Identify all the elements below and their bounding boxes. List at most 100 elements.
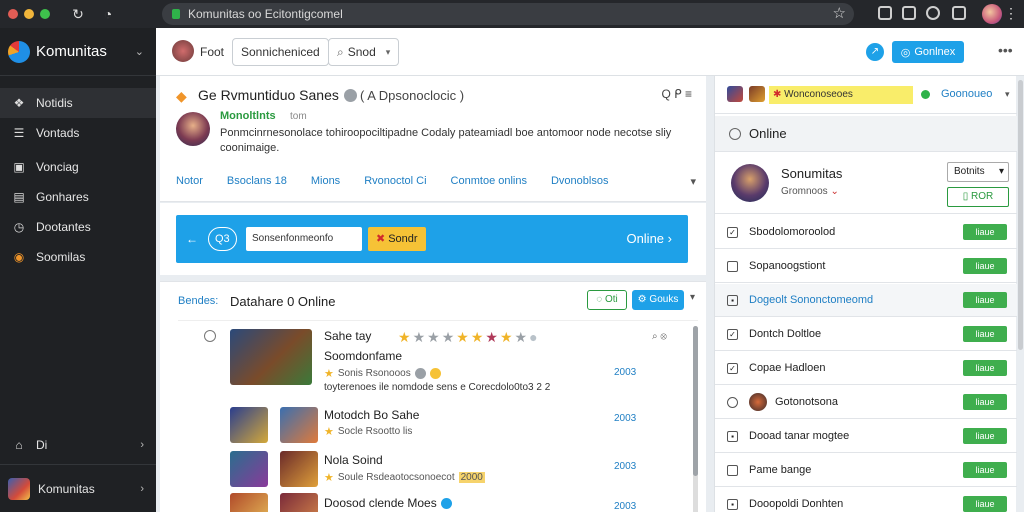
sidebar-item-vontads[interactable]: ☰ Vontads bbox=[0, 118, 156, 148]
grid-icon: ▤ bbox=[13, 190, 25, 204]
status-selector[interactable]: Goonoueo bbox=[941, 88, 992, 100]
member-action-button[interactable]: liaue bbox=[963, 462, 1007, 478]
tab-mions[interactable]: Mions bbox=[311, 175, 340, 188]
list-scrollbar[interactable] bbox=[693, 326, 698, 512]
shield-icon[interactable]: ◔ bbox=[100, 6, 116, 22]
row-checkbox[interactable]: ▪ bbox=[727, 431, 738, 442]
extension-grid-icon[interactable] bbox=[902, 6, 916, 20]
sidebar-footer[interactable]: Komunitas › bbox=[0, 464, 156, 512]
member-row[interactable]: Pame bange liaue bbox=[715, 454, 1017, 487]
row-checkbox[interactable]: ✓ bbox=[727, 227, 738, 238]
extension-icon[interactable] bbox=[878, 6, 892, 20]
list-item-count: 2003 bbox=[614, 413, 637, 424]
more-options-icon[interactable]: ••• bbox=[998, 42, 1013, 58]
row-checkbox[interactable]: ✓ bbox=[727, 329, 738, 340]
primary-action-button[interactable]: ◎ Gonlnex bbox=[892, 41, 964, 63]
maximize-window-icon[interactable] bbox=[40, 9, 50, 19]
member-row[interactable]: ✓ Copae Hadloen liaue bbox=[715, 352, 1017, 385]
profile-select[interactable]: Botnits ▾ bbox=[947, 162, 1009, 182]
toolbar-button-1[interactable]: Sonnicheniced bbox=[232, 38, 329, 66]
member-row[interactable]: Sopanoogstiont liaue bbox=[715, 250, 1017, 283]
chevron-down-icon[interactable]: ▾ bbox=[1005, 89, 1010, 100]
close-window-icon[interactable] bbox=[8, 9, 18, 19]
toolbar-search-button[interactable]: ⌕ Snod ▾ bbox=[328, 38, 400, 66]
member-row[interactable]: ✓ Dontch Doltloe liaue bbox=[715, 318, 1017, 351]
chevron-down-icon[interactable]: ▾ bbox=[690, 292, 695, 303]
author-avatar[interactable] bbox=[176, 112, 210, 146]
member-action-button[interactable]: liaue bbox=[963, 496, 1007, 512]
notice-bar[interactable]: ✱ Wonconoseoes bbox=[769, 86, 913, 104]
member-action-button[interactable]: liaue bbox=[963, 360, 1007, 376]
member-row[interactable]: ▪ Dooad tanar mogtee liaue bbox=[715, 420, 1017, 453]
member-action-button[interactable]: liaue bbox=[963, 394, 1007, 410]
banner-online-link[interactable]: Online › bbox=[626, 231, 672, 246]
list-primary-button[interactable]: ⚙ Gouks bbox=[632, 290, 684, 310]
tab-conmtoe[interactable]: Conmtoe onlins bbox=[451, 175, 527, 188]
tab-rvonoctol[interactable]: Rvonoctol Ci bbox=[364, 175, 426, 188]
member-action-button[interactable]: liaue bbox=[963, 292, 1007, 308]
user-avatar[interactable] bbox=[172, 40, 194, 62]
chevron-down-icon[interactable]: ⌄ bbox=[135, 45, 144, 58]
app-icon[interactable] bbox=[749, 86, 765, 102]
author-name[interactable]: Monoltlnts bbox=[220, 110, 276, 122]
share-icon[interactable]: ↗ bbox=[866, 43, 884, 61]
list-filter-label[interactable]: Bendes: bbox=[178, 295, 218, 307]
list-ok-button[interactable]: ◌ Oti bbox=[587, 290, 627, 310]
minimize-window-icon[interactable] bbox=[24, 9, 34, 19]
header-actions[interactable]: Q ᑭ ≡ bbox=[661, 87, 692, 101]
member-row[interactable]: ▪ Dogeolt Sononctomeomd liaue bbox=[715, 284, 1017, 317]
row-checkbox[interactable]: ✓ bbox=[727, 363, 738, 374]
profile-avatar[interactable] bbox=[731, 164, 769, 202]
star-icon: ★ bbox=[514, 329, 528, 345]
member-name: Dooopoldi Donhten bbox=[749, 498, 844, 510]
sidebar-item-soomilas[interactable]: ◉ Soomilas bbox=[0, 242, 156, 272]
tab-bsoclans[interactable]: Bsoclans 18 bbox=[227, 175, 287, 188]
info-icon[interactable] bbox=[344, 89, 357, 102]
list-item-title: Sahe tay bbox=[324, 329, 372, 343]
member-row[interactable]: Gotonotsona liaue bbox=[715, 386, 1017, 419]
row-checkbox[interactable]: ▪ bbox=[727, 499, 738, 510]
row-radio[interactable] bbox=[727, 397, 738, 408]
profile-role[interactable]: Gromnoos ⌄ bbox=[781, 186, 839, 197]
sidebar-item-gonhares[interactable]: ▤ Gonhares bbox=[0, 182, 156, 212]
sidebar-brand[interactable]: Komunitas ⌄ bbox=[0, 28, 156, 76]
page-header-card: ◆ Ge Rvmuntiduo Sanes ( A Dpsonoclocic )… bbox=[160, 76, 706, 202]
browser-menu-icon[interactable]: ⋮ bbox=[1004, 5, 1018, 22]
reload-icon[interactable]: ↻ bbox=[70, 6, 86, 23]
scrollbar-thumb[interactable] bbox=[693, 326, 698, 476]
member-action-button[interactable]: liaue bbox=[963, 258, 1007, 274]
extension-round-icon[interactable] bbox=[926, 6, 940, 20]
member-row[interactable]: ✓ Sbodolomoroolod liaue bbox=[715, 216, 1017, 249]
tab-notor[interactable]: Notor bbox=[176, 175, 203, 188]
bookmark-star-icon[interactable]: ☆ bbox=[833, 4, 846, 22]
profile-card: Sonumitas Gromnoos ⌄ Botnits ▾ ▯ ROR bbox=[715, 152, 1017, 214]
extension-box-icon[interactable] bbox=[952, 6, 966, 20]
row-checkbox[interactable] bbox=[727, 465, 738, 476]
profile-outline-button[interactable]: ▯ ROR bbox=[947, 187, 1009, 207]
section-title: Online bbox=[749, 126, 787, 141]
row-checkbox[interactable] bbox=[727, 261, 738, 272]
right-panel-scrollbar[interactable] bbox=[1018, 80, 1023, 350]
banner-input[interactable]: Sonsenfonmeonfo bbox=[246, 227, 362, 251]
sidebar-home-item[interactable]: ⌂ Di › bbox=[0, 430, 156, 460]
back-arrow-icon[interactable]: ← bbox=[186, 232, 198, 246]
address-bar[interactable]: Komunitas oo Ecitontigcomel ☆ bbox=[162, 3, 854, 25]
member-action-button[interactable]: liaue bbox=[963, 326, 1007, 342]
browser-profile-avatar[interactable] bbox=[982, 4, 1002, 24]
chevron-down-icon: ⌄ bbox=[830, 186, 839, 197]
banner-pill[interactable]: Q3 bbox=[208, 227, 237, 251]
tab-dvonoblsos[interactable]: Dvonoblsos bbox=[551, 175, 608, 188]
rating-stars[interactable]: ★ ★ ★ ★ ★ ★ ★ ★ ★ ● bbox=[398, 329, 540, 346]
chevron-down-icon[interactable]: ▾ bbox=[690, 175, 696, 188]
member-row[interactable]: ▪ Dooopoldi Donhten liaue bbox=[715, 488, 1017, 512]
sidebar-item-notidis[interactable]: ❖ Notidis bbox=[0, 88, 156, 118]
row-checkbox[interactable]: ▪ bbox=[727, 295, 738, 306]
button-label: Gonlnex bbox=[914, 46, 956, 58]
sidebar-item-vonciag[interactable]: ▣ Vonciag bbox=[0, 152, 156, 182]
banner-send-button[interactable]: ✖ Sondr bbox=[368, 227, 426, 251]
member-action-button[interactable]: liaue bbox=[963, 428, 1007, 444]
sidebar-item-dootantes[interactable]: ◷ Dootantes bbox=[0, 212, 156, 242]
member-action-button[interactable]: liaue bbox=[963, 224, 1007, 240]
row-actions[interactable]: ⌕ ⊗ bbox=[652, 331, 667, 342]
app-icon[interactable] bbox=[727, 86, 743, 102]
